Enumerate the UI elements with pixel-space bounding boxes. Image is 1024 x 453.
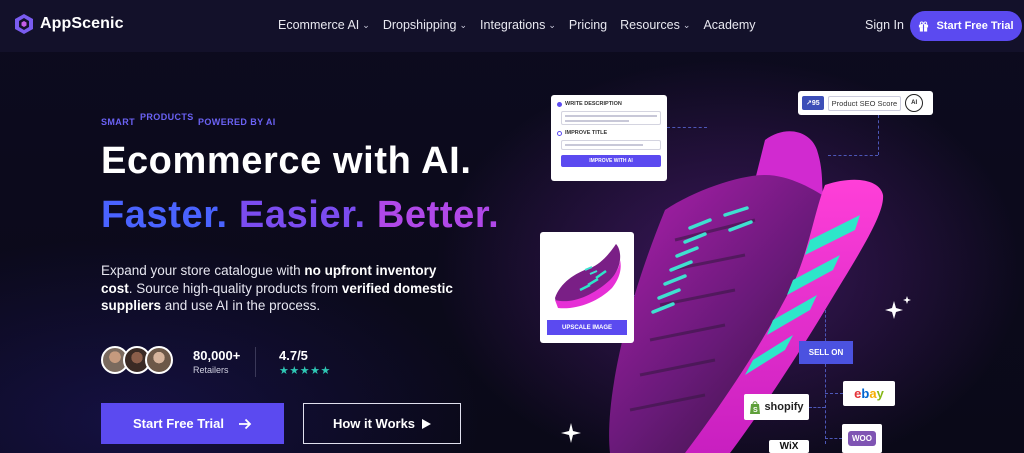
sign-in-link[interactable]: Sign In	[865, 18, 904, 32]
gift-icon	[919, 20, 929, 32]
desc-text: Expand your store catalogue with	[101, 263, 305, 278]
ebay-label: ebay	[854, 386, 884, 401]
rating-value: 4.7/5	[279, 348, 308, 363]
hero-description: Expand your store catalogue with no upfr…	[101, 262, 471, 315]
play-icon	[422, 418, 432, 429]
menu-label: Pricing	[568, 18, 608, 32]
shopify-bag-icon: S	[750, 400, 761, 414]
star-rating-icon: ★★★★★	[279, 365, 331, 377]
nav-start-trial-button[interactable]: Start Free Trial	[910, 11, 1022, 41]
button-label: How it Works	[332, 416, 416, 431]
chevron-down-icon: ⌄	[682, 19, 691, 30]
appscenic-logo-icon	[15, 14, 33, 34]
shopify-label: shopify	[764, 401, 804, 413]
seo-score-value: 95	[811, 100, 820, 107]
woo-label: WOO	[848, 431, 876, 446]
ebay-text: ebay	[854, 386, 884, 401]
upscale-image-button[interactable]: UPSCALE IMAGE	[547, 320, 627, 335]
top-nav: AppScenic Ecommerce AI ⌄ Dropshipping ⌄ In…	[0, 0, 1024, 52]
option-label: WRITE DESCRIPTION	[565, 101, 622, 107]
wix-logo: WiX	[769, 440, 809, 453]
hero-subheadline: Faster. Easier. Better.	[101, 194, 499, 237]
button-label: UPSCALE IMAGE	[561, 324, 612, 331]
sell-on-badge: SELL ON	[799, 341, 853, 364]
menu-academy[interactable]: Academy	[703, 18, 755, 32]
upscale-image-card: UPSCALE IMAGE	[540, 232, 634, 343]
write-description-option[interactable]: WRITE DESCRIPTION	[557, 101, 661, 107]
description-field[interactable]	[561, 111, 661, 125]
stat-divider	[255, 347, 256, 377]
eyebrow-smart: SMART	[101, 117, 135, 127]
rating-stat: 4.7/5 ★★★★★	[279, 348, 331, 377]
retailers-label: Retailers	[193, 365, 229, 375]
desc-text: and use AI in the process.	[161, 298, 321, 313]
woocommerce-logo: WOO	[842, 424, 882, 453]
menu-pricing[interactable]: Pricing	[569, 18, 607, 32]
retailers-count: 80,000+	[193, 348, 241, 363]
ai-badge-icon: AI	[905, 94, 924, 112]
menu-label: Ecommerce AI	[278, 18, 360, 32]
sneaker-thumbnail	[555, 244, 621, 309]
menu-resources[interactable]: Resources ⌄	[620, 18, 703, 32]
menu-label: Dropshipping	[382, 18, 457, 32]
improve-title-option[interactable]: IMPROVE TITLE	[557, 130, 661, 136]
option-label: IMPROVE TITLE	[565, 130, 608, 136]
desc-text: . Source high-quality products from	[128, 280, 342, 296]
title-field[interactable]	[561, 140, 661, 150]
retailer-avatars	[101, 346, 173, 374]
headline-faster: Faster.	[101, 194, 228, 236]
chevron-down-icon: ⌄	[459, 19, 468, 30]
menu-label: Resources	[620, 18, 680, 32]
arrow-right-icon	[239, 418, 252, 429]
button-label: Start Free Trial	[132, 416, 225, 431]
seo-score-badge: ↗95	[802, 96, 824, 110]
menu-ecommerce-ai[interactable]: Ecommerce AI ⌄	[278, 18, 383, 32]
eyebrow-powered: POWERED BY AI	[198, 117, 276, 127]
seo-label: Product SEO Score	[827, 95, 902, 111]
radio-empty-icon	[557, 130, 562, 136]
headline-better: Better.	[376, 194, 500, 236]
sparkle-icon	[885, 296, 911, 319]
retailers-stat: 80,000+ Retailers	[193, 348, 240, 375]
chevron-down-icon: ⌄	[362, 19, 370, 30]
ebay-logo: ebay	[843, 381, 895, 406]
how-it-works-button[interactable]: How it Works	[303, 403, 461, 444]
headline-easier: Easier.	[238, 194, 366, 236]
hero-headline: Ecommerce with AI.	[101, 140, 472, 182]
chevron-down-icon: ⌄	[548, 19, 556, 30]
menu-integrations[interactable]: Integrations ⌄	[480, 18, 569, 32]
nav-cta-label: Start Free Trial	[936, 20, 1014, 32]
button-label: IMPROVE WITH AI	[589, 158, 633, 164]
eyebrow-products: PRODUCTS	[140, 112, 194, 122]
brand-name: AppScenic	[40, 15, 124, 32]
menu-label: Academy	[703, 18, 756, 32]
sparkle-icon	[561, 423, 581, 443]
main-menu: Ecommerce AI ⌄ Dropshipping ⌄ Integrations…	[278, 18, 769, 32]
improve-with-ai-button[interactable]: IMPROVE WITH AI	[561, 155, 661, 167]
ai-description-card: WRITE DESCRIPTION IMPROVE TITLE IMPROVE …	[551, 95, 667, 181]
svg-text:S: S	[753, 407, 758, 414]
logo[interactable]: AppScenic	[14, 13, 124, 35]
seo-score-chip: ↗95 Product SEO Score AI	[798, 91, 933, 115]
menu-label: Integrations	[480, 18, 546, 32]
start-free-trial-button[interactable]: Start Free Trial	[101, 403, 284, 444]
radio-selected-icon	[557, 101, 562, 107]
menu-dropshipping[interactable]: Dropshipping ⌄	[383, 18, 480, 32]
shopify-logo: S shopify	[744, 394, 809, 420]
avatar	[145, 346, 173, 374]
